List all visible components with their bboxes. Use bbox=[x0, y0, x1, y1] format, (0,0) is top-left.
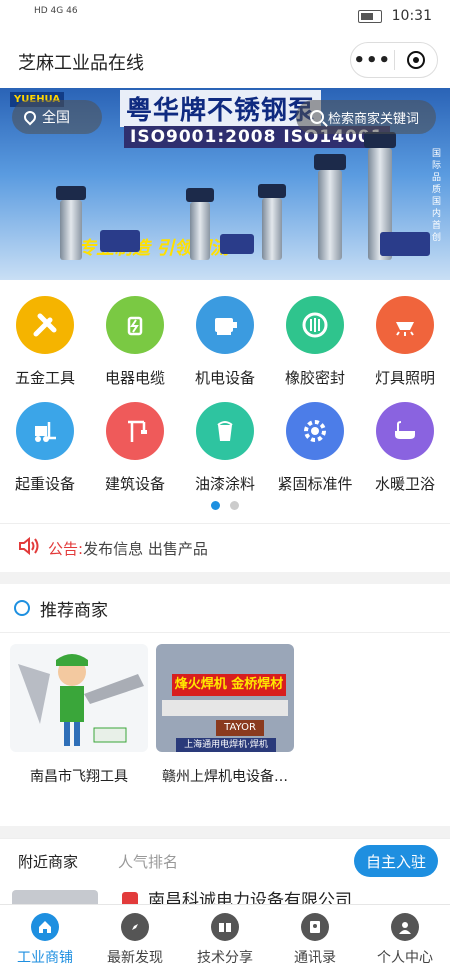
nearby-tabs: 附近商家 人气排名 自主入驻 bbox=[0, 838, 450, 885]
battery-icon bbox=[357, 9, 382, 23]
recommended-merchants: 南昌市飞翔工具 烽火焊机 金桥焊材 TAYOR 上海通用电焊机·焊机 赣州上焊机… bbox=[0, 644, 450, 794]
category-item[interactable]: 水暖卫浴 bbox=[360, 402, 450, 494]
tab-popularity[interactable]: 人气排名 bbox=[118, 851, 178, 872]
tab-nearby[interactable]: 附近商家 bbox=[18, 851, 78, 872]
crane-icon bbox=[106, 402, 164, 460]
category-item[interactable]: 橡胶密封 bbox=[270, 296, 360, 388]
section-header: 推荐商家 bbox=[0, 584, 450, 633]
merchant-name: 南昌科诚电力设备有限公司 bbox=[148, 891, 352, 906]
bottom-tab-bar: 工业商铺 最新发现 技术分享 通讯录 个人中心 bbox=[0, 904, 450, 975]
join-button[interactable]: 自主入驻 bbox=[354, 845, 438, 877]
target-close-icon[interactable] bbox=[394, 51, 437, 69]
clock: 10:31 bbox=[391, 8, 432, 24]
shop-sign-3: 上海通用电焊机·焊机 bbox=[176, 738, 276, 752]
book-icon bbox=[211, 913, 239, 941]
forklift-icon bbox=[16, 402, 74, 460]
category-item[interactable]: 五金工具 bbox=[0, 296, 90, 388]
merchant-card[interactable]: 烽火焊机 金桥焊材 TAYOR 上海通用电焊机·焊机 赣州上焊机电设备… bbox=[156, 644, 294, 786]
nav-bar: 芝麻工业品在线 ••• bbox=[0, 34, 450, 88]
tab-contacts[interactable]: 通讯录 bbox=[270, 905, 360, 975]
pump-image bbox=[60, 200, 82, 260]
category-item[interactable]: 灯具照明 bbox=[360, 296, 450, 388]
pump-image bbox=[380, 232, 430, 256]
category-item[interactable]: 机电设备 bbox=[180, 296, 270, 388]
gear-icon bbox=[286, 402, 344, 460]
speaker-icon bbox=[18, 536, 40, 560]
status-bar: HD 4G 46 10:31 bbox=[0, 0, 450, 34]
merchant-image bbox=[10, 644, 148, 752]
ellipsis-icon[interactable]: ••• bbox=[351, 50, 394, 71]
compass-icon bbox=[121, 913, 149, 941]
motor-icon bbox=[196, 296, 254, 354]
tab-tech-share[interactable]: 技术分享 bbox=[180, 905, 270, 975]
miniprogram-capsule: ••• bbox=[350, 42, 438, 78]
location-selector[interactable]: 全国 bbox=[12, 100, 102, 134]
merchant-card[interactable]: 南昌市飞翔工具 bbox=[10, 644, 148, 786]
seal-icon bbox=[286, 296, 344, 354]
merchant-name: 南昌市飞翔工具 bbox=[30, 769, 128, 785]
pager-dots bbox=[0, 501, 450, 510]
category-item[interactable]: 油漆涂料 bbox=[180, 402, 270, 494]
shop-sign: 烽火焊机 金桥焊材 bbox=[172, 674, 286, 696]
category-item[interactable]: 建筑设备 bbox=[90, 402, 180, 494]
pump-image bbox=[220, 234, 254, 254]
tools-icon bbox=[16, 296, 74, 354]
category-item[interactable]: 起重设备 bbox=[0, 402, 90, 494]
merchant-name: 赣州上焊机电设备… bbox=[162, 769, 288, 785]
location-label: 全国 bbox=[42, 110, 70, 126]
paint-bucket-icon bbox=[196, 402, 254, 460]
tab-discover[interactable]: 最新发现 bbox=[90, 905, 180, 975]
tab-industrial-shops[interactable]: 工业商铺 bbox=[0, 905, 90, 975]
search-icon bbox=[310, 110, 324, 124]
location-pin-icon bbox=[21, 108, 39, 126]
section-divider bbox=[0, 826, 450, 838]
search-placeholder: 检索商家关键词 bbox=[328, 111, 420, 127]
user-icon bbox=[391, 913, 419, 941]
notice-tag: 公告: bbox=[48, 539, 84, 558]
tab-profile[interactable]: 个人中心 bbox=[360, 905, 450, 975]
shop-sign-2: TAYOR bbox=[216, 720, 264, 736]
circle-marker-icon bbox=[14, 600, 30, 616]
search-input[interactable]: 检索商家关键词 bbox=[296, 100, 436, 134]
pager-dot bbox=[230, 501, 239, 510]
signal-indicators: HD 4G 46 bbox=[34, 6, 78, 16]
banner-side-text: 国际品质 国内首创 bbox=[432, 149, 442, 243]
pump-image bbox=[100, 230, 140, 252]
notice-bar[interactable]: 公告: 发布信息 出售产品 bbox=[0, 523, 450, 572]
notice-text: 发布信息 出售产品 bbox=[83, 539, 208, 558]
home-icon bbox=[31, 913, 59, 941]
lamp-icon bbox=[376, 296, 434, 354]
list-item[interactable]: 南昌科诚电力设备有限公司 bbox=[0, 886, 450, 906]
merchant-image: 烽火焊机 金桥焊材 TAYOR 上海通用电焊机·焊机 bbox=[156, 644, 294, 752]
section-title: 推荐商家 bbox=[40, 600, 108, 621]
pump-image bbox=[262, 198, 282, 260]
page-title: 芝麻工业品在线 bbox=[18, 53, 144, 74]
contacts-icon bbox=[301, 913, 329, 941]
pager-dot-active bbox=[211, 501, 220, 510]
bathtub-icon bbox=[376, 402, 434, 460]
category-item[interactable]: 紧固标准件 bbox=[270, 402, 360, 494]
section-divider bbox=[0, 572, 450, 584]
plug-icon bbox=[106, 296, 164, 354]
pump-image bbox=[318, 170, 342, 260]
banner-headline: 粤华牌不锈钢泵 bbox=[120, 90, 322, 127]
category-item[interactable]: 电器电缆 bbox=[90, 296, 180, 388]
pump-image bbox=[190, 202, 210, 260]
